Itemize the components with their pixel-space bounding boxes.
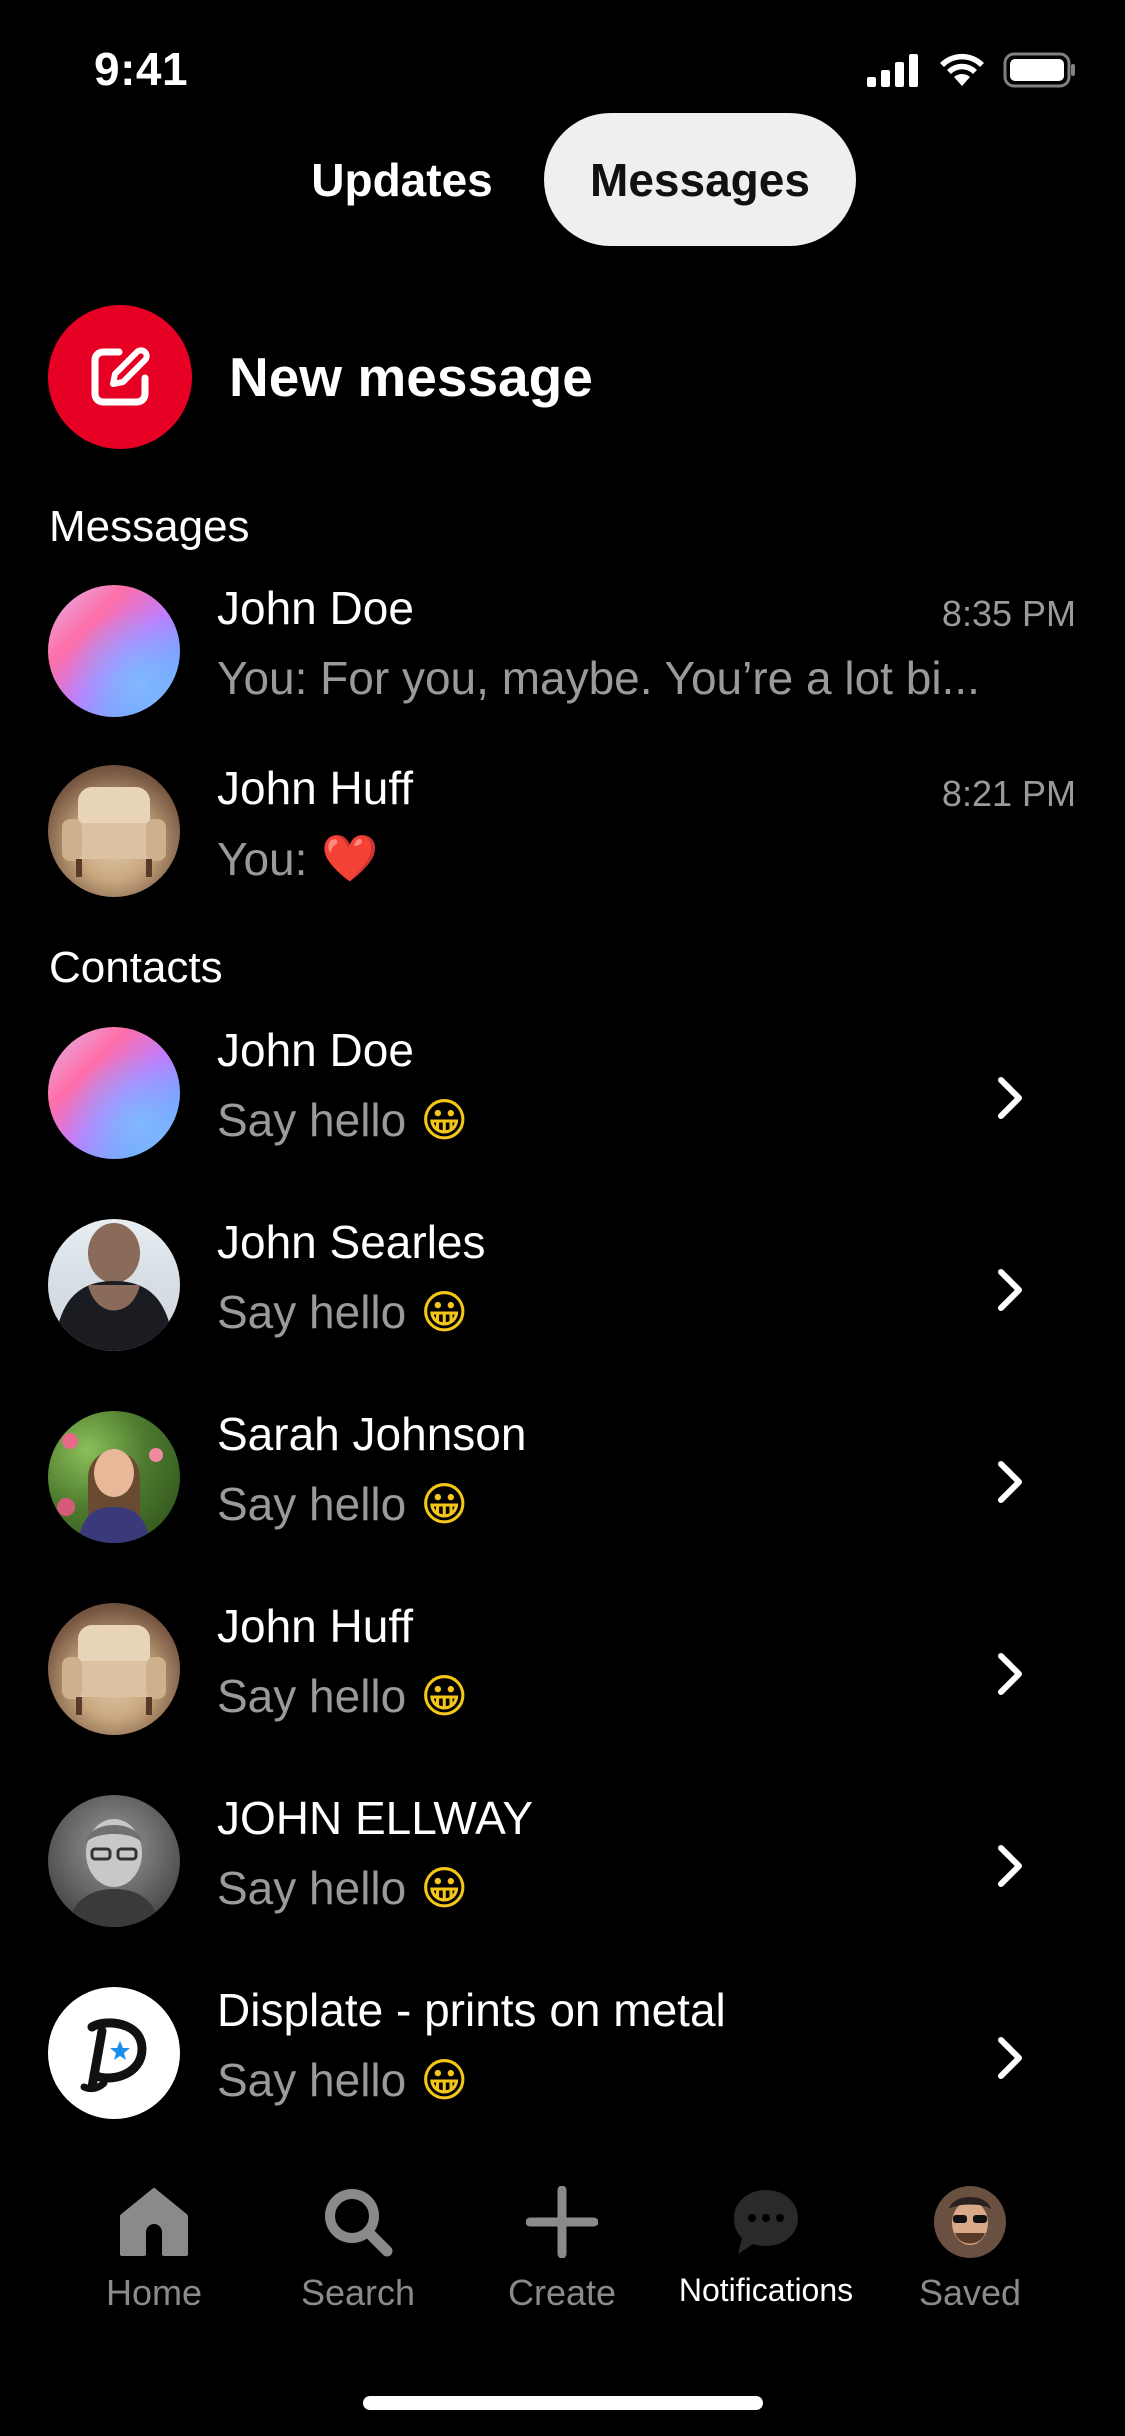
contact-name: John Huff	[217, 1600, 414, 1652]
battery-icon	[1003, 52, 1075, 88]
avatar	[48, 585, 180, 717]
plus-icon	[522, 2182, 602, 2262]
grinning-emoji: 😀	[420, 2054, 469, 2106]
contact-row[interactable]: John Searles Say hello 😀	[0, 1205, 1125, 1375]
contacts-section-title: Contacts	[49, 943, 223, 992]
say-hello-text: Say hello	[217, 1094, 407, 1146]
contact-name: JOHN ELLWAY	[217, 1792, 534, 1844]
status-time: 9:41	[94, 43, 189, 95]
say-hello: Say hello 😀	[217, 1669, 468, 1723]
avatar	[48, 1603, 180, 1735]
grinning-emoji: 😀	[420, 1862, 469, 1914]
status-icons	[867, 50, 1077, 90]
nav-search-label: Search	[300, 2272, 416, 2313]
nav-saved-label: Saved	[918, 2272, 1022, 2313]
avatar	[48, 765, 180, 897]
say-hello-text: Say hello	[217, 1670, 407, 1722]
armchair-photo	[62, 1625, 166, 1715]
chevron-right-icon[interactable]	[985, 1831, 1035, 1901]
grinning-emoji: 😀	[420, 1670, 469, 1722]
home-indicator	[363, 2396, 763, 2410]
message-row[interactable]: John Doe You: For you, maybe. You’re a l…	[0, 571, 1125, 741]
avatar	[48, 1219, 180, 1351]
grinning-emoji: 😀	[420, 1094, 469, 1146]
heart-emoji: ❤️	[321, 832, 379, 884]
say-hello: Say hello 😀	[217, 1093, 468, 1147]
bottom-nav: Home Search Create Notifications Saved	[0, 2170, 1125, 2320]
message-time: 8:21 PM	[941, 773, 1076, 814]
contact-row[interactable]: John Doe Say hello 😀	[0, 1013, 1125, 1183]
cellular-signal-icon	[867, 54, 918, 87]
compose-icon	[91, 347, 150, 406]
message-preview: You: ❤️	[217, 831, 379, 886]
person-photo	[68, 1819, 160, 1927]
nav-notifications[interactable]: Notifications	[666, 2170, 866, 2320]
contact-name: John Searles	[217, 1216, 486, 1268]
person-photo	[57, 1433, 163, 1543]
messages-section-title: Messages	[49, 502, 250, 551]
grinning-emoji: 😀	[420, 1286, 469, 1338]
message-preview: You: For you, maybe. You’re a lot bi...	[217, 651, 980, 705]
profile-avatar	[930, 2182, 1010, 2262]
contact-name: John Doe	[217, 1024, 414, 1076]
nav-notifications-label: Notifications	[678, 2272, 854, 2308]
say-hello-text: Say hello	[217, 2054, 407, 2106]
contact-row[interactable]: JOHN ELLWAY Say hello 😀	[0, 1781, 1125, 1951]
contact-row[interactable]: Displate - prints on metal Say hello 😀	[0, 1973, 1125, 2143]
nav-search[interactable]: Search	[258, 2170, 458, 2320]
nav-create-label: Create	[507, 2272, 617, 2313]
say-hello: Say hello 😀	[217, 2053, 468, 2107]
avatar	[48, 1795, 180, 1927]
chevron-right-icon[interactable]	[985, 1063, 1035, 1133]
tab-updates[interactable]: Updates	[272, 113, 532, 246]
contact-name: John Huff	[217, 762, 414, 814]
avatar	[48, 1987, 180, 2119]
new-message-button[interactable]	[48, 305, 192, 449]
say-hello: Say hello 😀	[217, 1861, 468, 1915]
chat-bubble-icon	[726, 2182, 806, 2262]
say-hello: Say hello 😀	[217, 1477, 468, 1531]
chevron-right-icon[interactable]	[985, 2023, 1035, 2093]
contact-name: Sarah Johnson	[217, 1408, 527, 1460]
tab-bar: Updates Messages	[0, 113, 1125, 246]
contact-name: John Doe	[217, 582, 414, 634]
nav-saved[interactable]: Saved	[870, 2170, 1070, 2320]
chevron-right-icon[interactable]	[985, 1255, 1035, 1325]
say-hello-text: Say hello	[217, 1862, 407, 1914]
message-preview-text: You:	[217, 832, 308, 885]
say-hello-text: Say hello	[217, 1286, 407, 1338]
search-icon	[318, 2182, 398, 2262]
say-hello-text: Say hello	[217, 1478, 407, 1530]
nav-home-label: Home	[105, 2272, 203, 2313]
say-hello: Say hello 😀	[217, 1285, 468, 1339]
nav-home[interactable]: Home	[54, 2170, 254, 2320]
new-message-label[interactable]: New message	[229, 345, 593, 409]
avatar	[48, 1027, 180, 1159]
chevron-right-icon[interactable]	[985, 1447, 1035, 1517]
message-row[interactable]: John Huff You: ❤️ 8:21 PM	[0, 751, 1125, 921]
person-photo	[54, 1223, 174, 1351]
message-time: 8:35 PM	[941, 593, 1076, 634]
contact-row[interactable]: John Huff Say hello 😀	[0, 1589, 1125, 1759]
home-icon	[114, 2182, 194, 2262]
nav-create[interactable]: Create	[462, 2170, 662, 2320]
avatar	[48, 1411, 180, 1543]
contact-name: Displate - prints on metal	[217, 1984, 726, 2036]
message-preview-text: You: For you, maybe. You’re a lot bi...	[217, 652, 980, 704]
chevron-right-icon[interactable]	[985, 1639, 1035, 1709]
armchair-photo	[62, 787, 166, 877]
tab-messages[interactable]: Messages	[544, 113, 856, 246]
grinning-emoji: 😀	[420, 1478, 469, 1530]
wifi-icon	[940, 53, 984, 86]
displate-logo	[80, 2018, 147, 2093]
contact-row[interactable]: Sarah Johnson Say hello 😀	[0, 1397, 1125, 1567]
